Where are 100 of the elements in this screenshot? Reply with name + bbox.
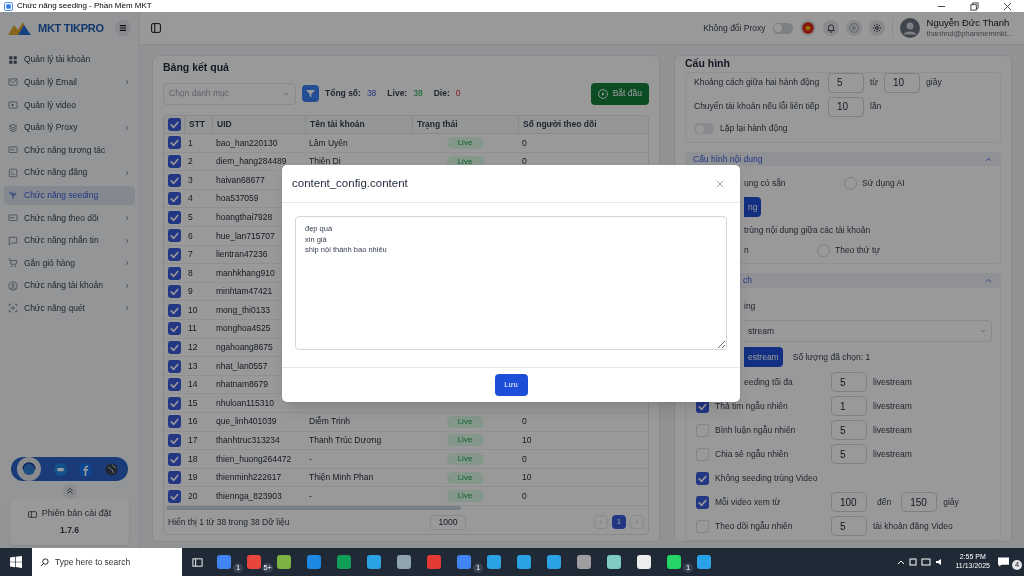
option-label: Theo dõi ngẫu nhiên <box>715 519 793 533</box>
type-select[interactable]: stream <box>744 320 992 342</box>
chat-icon <box>8 145 18 156</box>
app-icon[interactable] <box>667 555 681 569</box>
app-icon[interactable] <box>607 555 621 569</box>
table-cell-text: 0 <box>521 489 528 503</box>
task-view-icon[interactable] <box>192 556 203 568</box>
checkbox[interactable] <box>167 136 181 150</box>
number-field[interactable]: 5 <box>828 72 864 93</box>
sidebar-item[interactable]: Chức năng nhắn tin <box>4 230 135 251</box>
proxy-toggle[interactable] <box>772 22 793 34</box>
checkbox[interactable] <box>167 340 181 354</box>
close-icon[interactable] <box>1003 1 1012 11</box>
panel-title: Bảng kết quả <box>163 60 230 75</box>
livestream-button[interactable]: estream <box>744 347 783 367</box>
checkbox[interactable] <box>167 378 181 392</box>
bell-icon[interactable] <box>822 20 839 36</box>
sidebar-item[interactable]: Chức năng quét <box>4 298 135 319</box>
start-button[interactable]: Bắt đầu <box>590 82 649 105</box>
number-field[interactable]: 5 <box>831 420 867 440</box>
sidebar-item[interactable]: Chức năng seeding <box>4 185 135 206</box>
section-header[interactable]: Cấu hình nội dung <box>685 151 1001 167</box>
number-field[interactable]: 10 <box>884 72 921 93</box>
filter-icon[interactable] <box>302 85 319 103</box>
number-field[interactable]: 10 <box>828 96 864 117</box>
sidebar-item[interactable]: Chức năng tương tác <box>4 140 135 160</box>
sidebar-item[interactable]: Quản lý Proxy <box>4 117 135 138</box>
checkbox[interactable] <box>167 210 181 224</box>
checkbox[interactable] <box>167 173 181 187</box>
table-cell-text: nhatnam8679 <box>215 378 269 391</box>
sidebar-item[interactable]: Chức năng đăng <box>4 162 135 183</box>
status-badge: Live <box>446 490 484 503</box>
number-field[interactable]: 5 <box>831 372 867 392</box>
checkbox[interactable] <box>167 285 181 299</box>
checkbox[interactable] <box>167 192 181 206</box>
checkbox[interactable] <box>167 117 181 131</box>
radio-button[interactable] <box>817 243 830 257</box>
checkbox[interactable] <box>696 471 709 485</box>
checkbox[interactable] <box>167 322 181 336</box>
number-field[interactable]: 5 <box>831 516 867 536</box>
table-cell-text: 0 <box>521 136 528 150</box>
field-label: đến <box>877 495 892 509</box>
windows-start-icon[interactable] <box>10 556 22 568</box>
menu-icon[interactable] <box>115 20 131 36</box>
search-field[interactable]: Type here to search <box>32 548 182 576</box>
table-cell-text: 12 <box>187 341 199 354</box>
checkbox[interactable] <box>167 433 181 447</box>
table-cell-text: 11 <box>187 322 198 336</box>
avatar-icon[interactable] <box>899 18 920 38</box>
number-field[interactable]: 150 <box>901 492 938 512</box>
sidebar-item[interactable]: Quản lý Email <box>4 72 135 93</box>
sidebar-item[interactable]: Gắn giỏ hàng <box>4 253 135 273</box>
settings-icon[interactable] <box>868 20 885 36</box>
field-label: trùng nội dung giữa các tài khoản <box>744 224 872 237</box>
checkbox[interactable] <box>167 303 181 317</box>
content-button[interactable]: ng <box>744 197 762 218</box>
chevrons-up-icon[interactable] <box>62 484 77 498</box>
sidebar-item[interactable]: Quản lý video <box>4 95 135 115</box>
checkbox[interactable] <box>167 247 181 261</box>
checkbox[interactable] <box>167 415 181 429</box>
status-badge: Live <box>446 434 484 447</box>
checkbox[interactable] <box>167 452 181 466</box>
page-button[interactable]: 1 <box>612 515 626 530</box>
app-icon[interactable] <box>637 555 651 569</box>
sidebar-item[interactable]: Chức năng theo dõi <box>4 208 135 228</box>
user-icon <box>8 280 18 291</box>
checkbox[interactable] <box>167 229 181 243</box>
chat-icon <box>8 212 18 223</box>
table-cell-text: 17 <box>187 434 199 447</box>
table-cell-text: Thanh Trúc Dương <box>308 434 383 447</box>
checkbox[interactable] <box>167 155 181 168</box>
number-field[interactable]: 5 <box>831 444 867 464</box>
page-size-field[interactable]: 1000 <box>430 514 466 530</box>
flag-icon[interactable] <box>799 20 816 36</box>
play-icon[interactable] <box>845 20 862 36</box>
checkbox[interactable] <box>167 489 181 503</box>
checkbox[interactable] <box>167 396 181 410</box>
radio-button[interactable] <box>844 176 857 190</box>
sidebar-item[interactable]: Quản lý tài khoản <box>4 50 135 70</box>
facebook-icon[interactable] <box>79 462 93 476</box>
checkbox[interactable] <box>696 495 709 509</box>
table-cell-text: 5 <box>187 210 194 224</box>
checkbox[interactable] <box>167 359 181 373</box>
logo-text: MKT TIKPRO <box>38 20 104 36</box>
notification-icon[interactable] <box>998 557 1009 567</box>
restore-icon[interactable] <box>970 1 979 11</box>
table-cell-text: Diễm Trinh <box>308 415 352 429</box>
option-label: Chia sẻ ngẫu nhiên <box>715 447 789 461</box>
checkbox[interactable] <box>167 471 181 485</box>
checkbox[interactable] <box>167 266 181 280</box>
table-cell-text: hoa537059 <box>215 192 260 206</box>
table-cell-text: nhat_lan0557 <box>215 359 269 373</box>
layout-icon[interactable] <box>151 23 161 33</box>
radio-label: ung có sẵn <box>744 177 787 190</box>
number-field[interactable]: 1 <box>831 396 867 416</box>
sidebar-item[interactable]: Chức năng tài khoản <box>4 275 135 296</box>
number-field[interactable]: 100 <box>831 492 867 512</box>
table-cell-text: monghoa4525 <box>215 322 272 336</box>
search-icon <box>40 557 49 567</box>
stat-value: 0 <box>455 87 461 101</box>
